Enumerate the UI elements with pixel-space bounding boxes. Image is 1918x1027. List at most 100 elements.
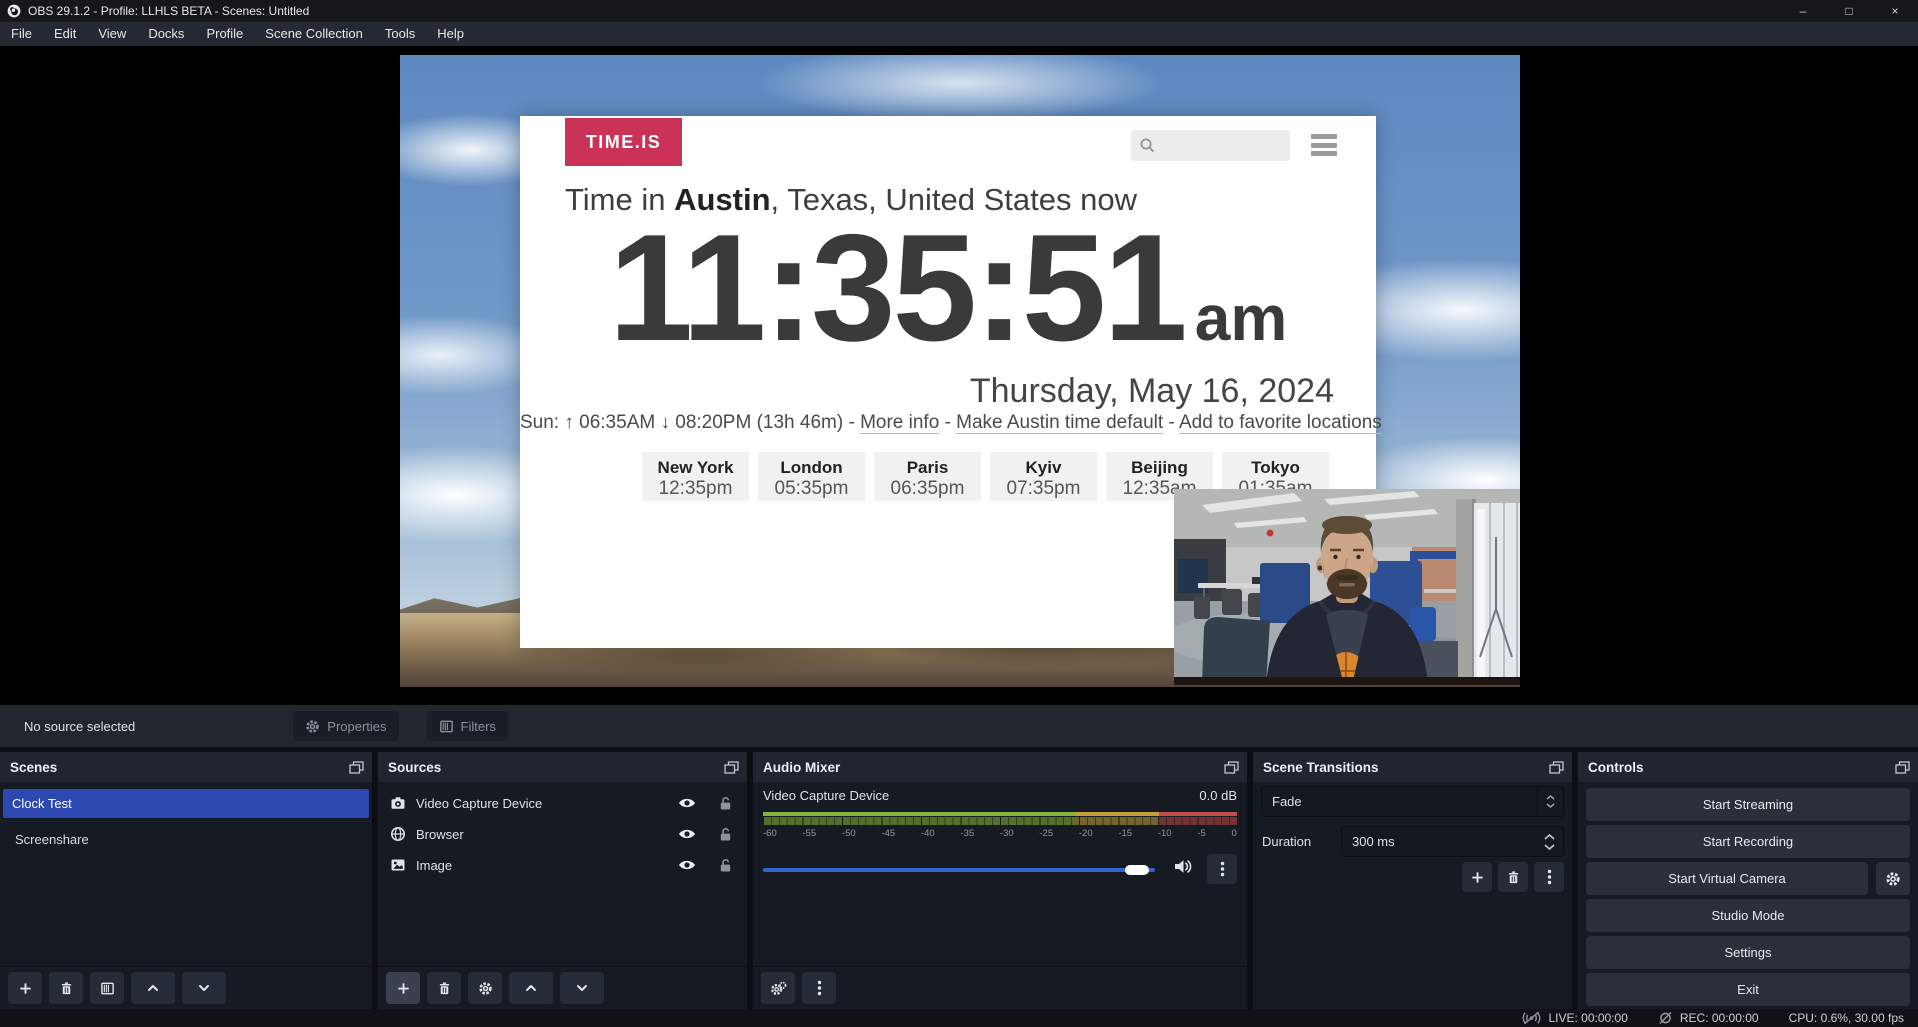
source-properties-button[interactable] (468, 972, 502, 1004)
camera-icon (390, 795, 406, 811)
menu-view[interactable]: View (87, 22, 137, 46)
settings-button[interactable]: Settings (1586, 936, 1910, 969)
preview-area[interactable]: TIME.IS Time in Austin, Texas, United St… (0, 46, 1918, 705)
city-tile[interactable]: Paris06:35pm (874, 452, 981, 501)
virtual-camera-settings-button[interactable] (1876, 862, 1910, 895)
obs-logo-icon (7, 4, 21, 18)
gear-icon (305, 719, 320, 734)
audio-mixer-panel: Audio Mixer Video Capture Device 0.0 dB … (753, 752, 1247, 1009)
duration-label: Duration (1262, 826, 1311, 857)
advanced-audio-button[interactable] (761, 972, 795, 1004)
visibility-eye-icon[interactable] (678, 796, 696, 810)
menu-edit[interactable]: Edit (43, 22, 87, 46)
add-source-button[interactable] (386, 972, 420, 1004)
volume-slider-handle[interactable] (1125, 865, 1149, 875)
cpu-fps-status: CPU: 0.6%, 30.00 fps (1789, 1011, 1904, 1025)
scene-item-screenshare[interactable]: Screenshare (3, 825, 369, 854)
clock-meridiem: am (1195, 282, 1288, 354)
exit-button[interactable]: Exit (1586, 973, 1910, 1006)
volume-meter-scale (763, 817, 1237, 825)
city-tile[interactable]: Kyiv07:35pm (990, 452, 1097, 501)
menu-bar: File Edit View Docks Profile Scene Colle… (0, 22, 1918, 46)
visibility-eye-icon[interactable] (678, 827, 696, 841)
popout-icon[interactable] (1224, 761, 1239, 774)
duration-spinbox[interactable]: 300 ms (1341, 826, 1564, 857)
more-info-link[interactable]: More info (860, 412, 939, 434)
source-row-video-capture[interactable]: Video Capture Device (378, 788, 747, 818)
preview-canvas[interactable]: TIME.IS Time in Austin, Texas, United St… (400, 55, 1520, 687)
spinbox-arrows-icon[interactable] (1544, 834, 1555, 850)
city-tile[interactable]: London05:35pm (758, 452, 865, 501)
menu-scene-collection[interactable]: Scene Collection (254, 22, 374, 46)
volume-slider[interactable] (763, 868, 1155, 872)
menu-file[interactable]: File (0, 22, 43, 46)
duration-value: 300 ms (1342, 834, 1395, 849)
source-row-image[interactable]: Image (378, 850, 747, 880)
audio-mixer-title: Audio Mixer (763, 760, 840, 775)
transition-select[interactable]: Fade (1261, 786, 1564, 817)
sources-panel: Sources Video Capture Device Browser Ima… (378, 752, 747, 1009)
popout-icon[interactable] (1549, 761, 1564, 774)
timeis-logo[interactable]: TIME.IS (565, 118, 682, 166)
selected-source-toolbar: No source selected Properties Filters (0, 705, 1918, 747)
start-virtual-camera-button[interactable]: Start Virtual Camera (1586, 862, 1868, 895)
remove-transition-button[interactable] (1498, 862, 1528, 892)
popout-icon[interactable] (1895, 761, 1910, 774)
source-down-button[interactable] (560, 972, 604, 1004)
maximize-button[interactable]: □ (1826, 0, 1872, 22)
filters-button[interactable]: Filters (427, 711, 508, 741)
popout-icon[interactable] (724, 761, 739, 774)
remove-source-button[interactable] (427, 972, 461, 1004)
close-button[interactable]: × (1872, 0, 1918, 22)
source-row-browser[interactable]: Browser (378, 819, 747, 849)
search-box[interactable] (1131, 130, 1290, 161)
add-scene-button[interactable] (8, 972, 42, 1004)
properties-button[interactable]: Properties (293, 711, 398, 741)
remove-scene-button[interactable] (49, 972, 83, 1004)
scene-up-button[interactable] (131, 972, 175, 1004)
favorite-locations-link[interactable]: Add to favorite locations (1179, 412, 1382, 434)
current-date: Thursday, May 16, 2024 (970, 372, 1334, 411)
sun-info-line: Sun: ↑ 06:35AM ↓ 08:20PM (13h 46m) - Mor… (520, 412, 1376, 434)
menu-tools[interactable]: Tools (374, 22, 426, 46)
scenes-title: Scenes (10, 760, 57, 775)
mixer-level-db: 0.0 dB (1199, 788, 1237, 803)
title-bar: OBS 29.1.2 - Profile: LLHLS BETA - Scene… (0, 0, 1918, 22)
webcam-overlay (1174, 489, 1520, 685)
source-up-button[interactable] (509, 972, 553, 1004)
dock-panels: Scenes Clock Test Screenshare Sources Vi… (0, 747, 1918, 1009)
lock-icon[interactable] (718, 796, 733, 811)
mixer-options-button[interactable] (1207, 854, 1237, 884)
volume-meter (763, 812, 1237, 816)
rec-status: REC: 00:00:00 (1658, 1011, 1759, 1025)
scenes-panel: Scenes Clock Test Screenshare (0, 752, 372, 1009)
popout-icon[interactable] (349, 761, 364, 774)
start-streaming-button[interactable]: Start Streaming (1586, 788, 1910, 821)
scene-down-button[interactable] (182, 972, 226, 1004)
visibility-eye-icon[interactable] (678, 858, 696, 872)
menu-profile[interactable]: Profile (195, 22, 254, 46)
start-recording-button[interactable]: Start Recording (1586, 825, 1910, 858)
studio-mode-button[interactable]: Studio Mode (1586, 899, 1910, 932)
mixer-menu-button[interactable] (802, 972, 836, 1004)
sun-times: Sun: ↑ 06:35AM ↓ 08:20PM (13h 46m) (520, 412, 843, 433)
search-input[interactable] (1156, 130, 1276, 161)
minimize-button[interactable]: – (1780, 0, 1826, 22)
scene-filters-button[interactable] (90, 972, 124, 1004)
live-status: LIVE: 00:00:00 (1522, 1011, 1627, 1025)
clock-digits: 11:35:51 (609, 203, 1185, 373)
transition-selected-value: Fade (1262, 794, 1302, 809)
scene-item-clock-test[interactable]: Clock Test (3, 789, 369, 818)
menu-help[interactable]: Help (426, 22, 475, 46)
add-transition-button[interactable] (1462, 862, 1492, 892)
hamburger-menu-icon[interactable] (1311, 134, 1337, 156)
lock-icon[interactable] (718, 827, 733, 842)
transition-options-button[interactable] (1534, 862, 1564, 892)
menu-docks[interactable]: Docks (137, 22, 195, 46)
mixer-channel-name: Video Capture Device (763, 788, 889, 803)
speaker-icon[interactable] (1173, 858, 1193, 875)
filters-icon (439, 719, 454, 734)
make-default-link[interactable]: Make Austin time default (956, 412, 1163, 434)
city-tile[interactable]: New York12:35pm (642, 452, 749, 501)
lock-icon[interactable] (718, 858, 733, 873)
